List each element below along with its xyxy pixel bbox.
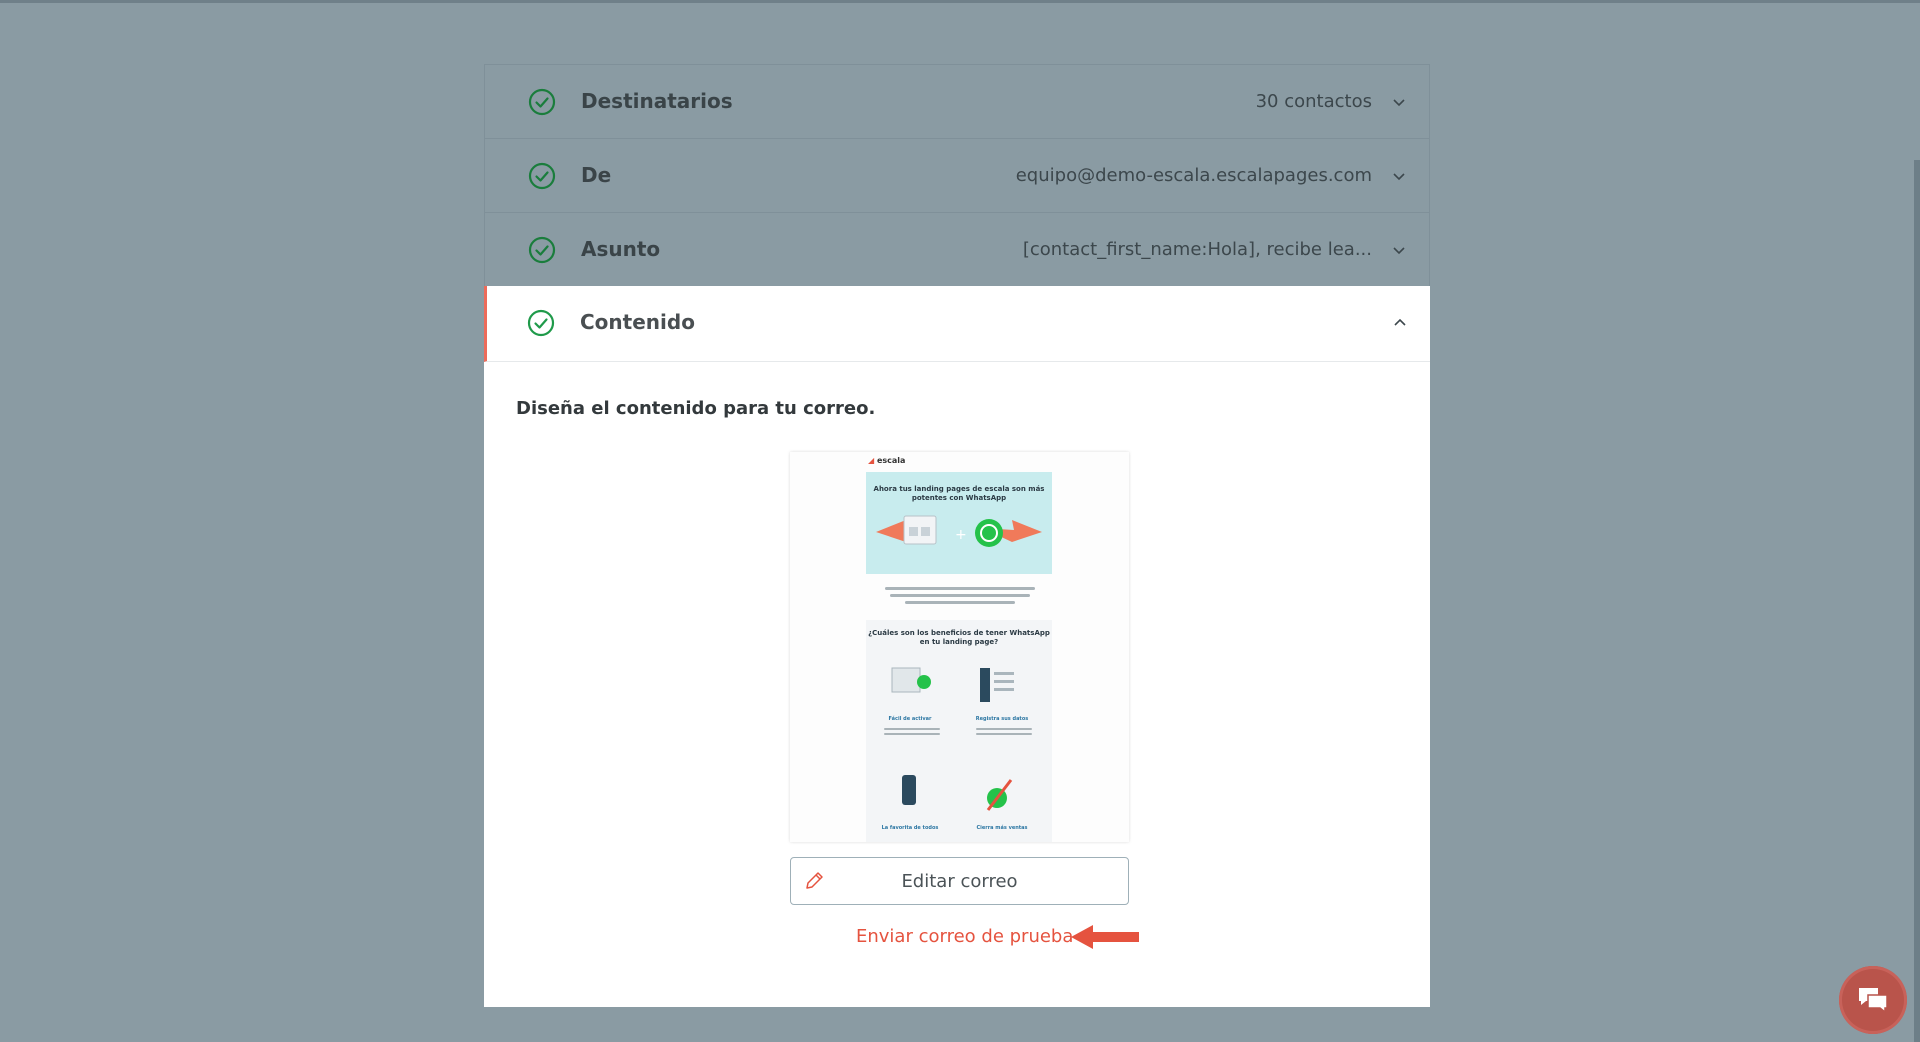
chevron-down-icon[interactable] [1391,168,1407,184]
preview-text-line [885,587,1035,590]
chevron-down-icon[interactable] [1391,242,1407,258]
top-border [0,0,1920,3]
chat-widget-button[interactable] [1839,966,1907,1034]
preview-text-line [976,733,1032,735]
step-de[interactable]: De equipo@demo-escala.escalapages.com [484,138,1430,212]
step-destinatarios[interactable]: Destinatarios 30 contactos [484,64,1430,138]
preview-hero: Ahora tus landing pages de escala son má… [866,472,1052,574]
send-test-email-link[interactable]: Enviar correo de prueba [856,926,1073,947]
content-section: Diseña el contenido para tu correo. ◢ es… [484,362,1430,1007]
preview-logo: ◢ escala [868,456,906,465]
benefit-caption: Registra sus datos [975,716,1029,722]
arrow-left-icon [1071,925,1139,949]
email-preview-thumbnail[interactable]: ◢ escala Ahora tus landing pages de esca… [790,452,1129,842]
chevron-down-icon[interactable] [1391,94,1407,110]
step-label: Destinatarios [581,89,733,113]
preview-text-line [884,728,940,730]
preview-text-line [905,601,1015,604]
hero-illustration: + [876,515,1042,547]
step-value: 30 contactos [1255,91,1372,112]
step-label: Contenido [580,310,695,334]
benefit-illustrations [891,667,1014,811]
chat-icon [1859,988,1888,1014]
campaign-steps-panel: Destinatarios 30 contactos De equipo@dem… [484,64,1430,1007]
edit-email-button[interactable]: Editar correo [790,857,1129,905]
content-heading: Diseña el contenido para tu correo. [516,398,876,419]
step-value: equipo@demo-escala.escalapages.com [1015,165,1372,186]
benefit-caption: Fácil de activar [888,716,932,722]
preview-text-line [976,728,1032,730]
preview-benefits-card: ¿Cuáles son los beneficios de tener What… [866,620,1052,842]
step-label: Asunto [581,237,661,261]
step-contenido[interactable]: Contenido [484,286,1430,362]
step-label: De [581,163,612,187]
check-circle-icon [528,236,556,264]
check-circle-icon [528,88,556,116]
page-scrollbar[interactable] [1914,160,1920,1042]
check-circle-icon [528,162,556,190]
preview-text-line [884,733,940,735]
step-asunto[interactable]: Asunto [contact_first_name:Hola], recibe… [484,212,1430,286]
chevron-up-icon[interactable] [1392,315,1408,331]
svg-text:+: + [955,527,967,543]
step-value: [contact_first_name:Hola], recibe lea... [1022,239,1372,260]
preview-text-line [890,594,1030,597]
check-circle-icon [527,309,555,337]
benefit-caption: La favorita de todos [881,825,939,831]
edit-email-label: Editar correo [901,871,1018,892]
benefit-caption: Cierra más ventas [976,825,1028,831]
